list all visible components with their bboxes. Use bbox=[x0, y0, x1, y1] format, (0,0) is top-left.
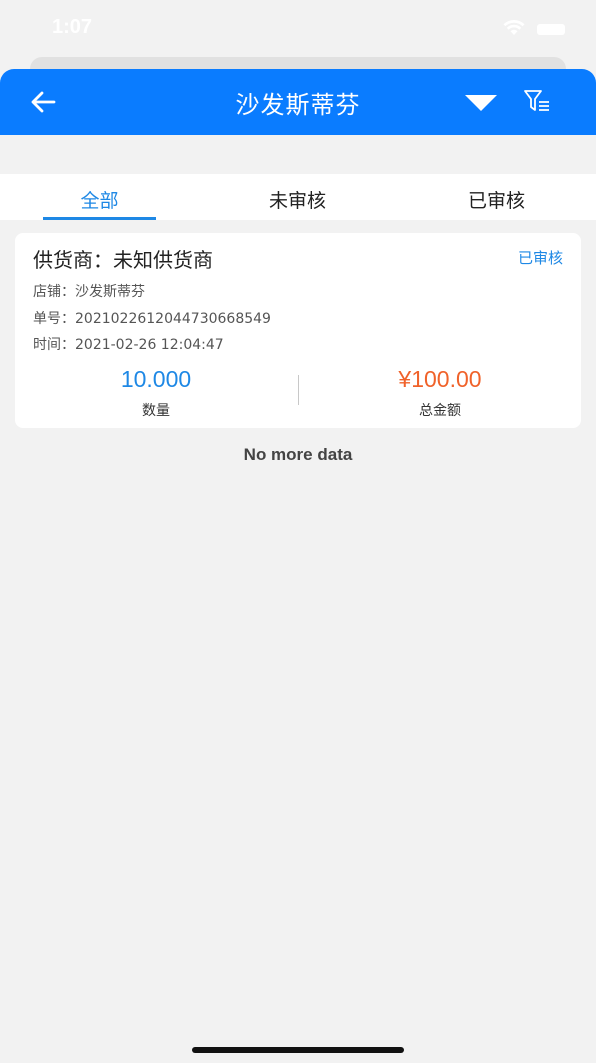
status-badge: 已审核 bbox=[517, 249, 563, 267]
status-time: 1:07 bbox=[52, 16, 93, 38]
status-bar: 1:07 bbox=[0, 0, 596, 58]
supplier-name: 供货商：未知供货商 bbox=[33, 248, 213, 272]
navigation-bar: 沙发斯蒂芬 bbox=[0, 69, 596, 135]
dropdown-triangle-icon[interactable] bbox=[464, 94, 498, 112]
store-info: 店铺：沙发斯蒂芬 bbox=[33, 284, 145, 300]
stat-divider bbox=[298, 375, 299, 405]
order-time: 时间：2021-02-26 12:04:47 bbox=[33, 337, 224, 353]
filter-icon[interactable] bbox=[523, 88, 551, 114]
total-amount-value: ¥100.00 bbox=[398, 366, 482, 392]
tab-reviewed[interactable]: 已审核 bbox=[440, 186, 553, 213]
no-more-data-text: No more data bbox=[243, 445, 353, 464]
home-indicator bbox=[192, 1047, 404, 1053]
tab-active-indicator bbox=[43, 217, 156, 220]
quantity-value: 10.000 bbox=[120, 366, 192, 392]
tab-bar: 全部 未审核 已审核 bbox=[0, 174, 596, 220]
tab-all[interactable]: 全部 bbox=[43, 186, 156, 213]
wifi-icon bbox=[503, 20, 525, 35]
tab-unreviewed[interactable]: 未审核 bbox=[241, 186, 354, 213]
order-number: 单号：2021022612044730668549 bbox=[33, 311, 271, 327]
order-card[interactable]: 供货商：未知供货商 已审核 店铺：沙发斯蒂芬 单号：20210226120447… bbox=[15, 233, 581, 428]
quantity-label: 数量 bbox=[142, 403, 170, 419]
page-title: 沙发斯蒂芬 bbox=[235, 91, 361, 119]
battery-icon bbox=[537, 24, 565, 35]
total-amount-label: 总金额 bbox=[419, 403, 461, 419]
